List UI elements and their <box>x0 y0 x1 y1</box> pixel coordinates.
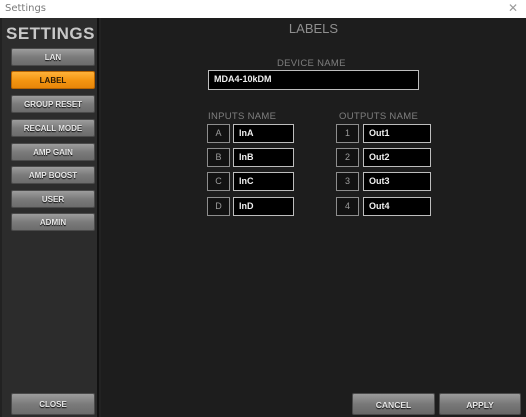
output-name-3-field[interactable]: Out3 <box>363 172 431 191</box>
sidebar-item-user[interactable]: USER <box>11 190 95 208</box>
sidebar-item-recall-mode[interactable]: RECALL MODE <box>11 119 95 137</box>
sidebar-item-group-reset[interactable]: GROUP RESET <box>11 95 95 113</box>
apply-button[interactable]: APPLY <box>439 393 521 415</box>
input-index-b: B <box>207 148 230 167</box>
output-index-1: 1 <box>336 124 359 143</box>
input-index-d: D <box>207 197 230 216</box>
output-index-4: 4 <box>336 197 359 216</box>
sidebar-title: SETTINGS <box>5 24 95 43</box>
device-name-field[interactable]: MDA4-10kDM <box>208 70 419 90</box>
input-index-c: C <box>207 172 230 191</box>
sidebar-item-lan[interactable]: LAN <box>11 48 95 66</box>
output-name-4-field[interactable]: Out4 <box>363 197 431 216</box>
inputs-name-label: INPUTS NAME <box>208 111 277 122</box>
input-name-d-field[interactable]: InD <box>233 197 294 216</box>
sidebar-item-admin[interactable]: ADMIN <box>11 213 95 231</box>
sidebar-item-amp-boost[interactable]: AMP BOOST <box>11 166 95 184</box>
output-name-1-field[interactable]: Out1 <box>363 124 431 143</box>
input-name-c-field[interactable]: InC <box>233 172 294 191</box>
output-name-2-field[interactable]: Out2 <box>363 148 431 167</box>
window-title: Settings <box>5 3 47 14</box>
input-name-a-field[interactable]: InA <box>233 124 294 143</box>
page-title: LABELS <box>288 21 339 36</box>
input-name-b-field[interactable]: InB <box>233 148 294 167</box>
sidebar: SETTINGS LAN LABEL GROUP RESET RECALL MO… <box>2 18 99 417</box>
sidebar-item-label[interactable]: LABEL <box>11 71 95 89</box>
output-index-3: 3 <box>336 172 359 191</box>
output-index-2: 2 <box>336 148 359 167</box>
close-icon[interactable]: ✕ <box>508 1 518 15</box>
cancel-button[interactable]: CANCEL <box>352 393 435 415</box>
input-index-a: A <box>207 124 230 143</box>
sidebar-item-amp-gain[interactable]: AMP GAIN <box>11 143 95 161</box>
window-titlebar: Settings ✕ <box>0 0 526 18</box>
settings-app: SETTINGS LAN LABEL GROUP RESET RECALL MO… <box>0 18 526 417</box>
close-button[interactable]: CLOSE <box>11 393 95 415</box>
labels-panel: LABELS DEVICE NAME MDA4-10kDM INPUTS NAM… <box>101 18 526 417</box>
device-name-label: DEVICE NAME <box>277 58 346 69</box>
outputs-name-label: OUTPUTS NAME <box>339 111 419 122</box>
